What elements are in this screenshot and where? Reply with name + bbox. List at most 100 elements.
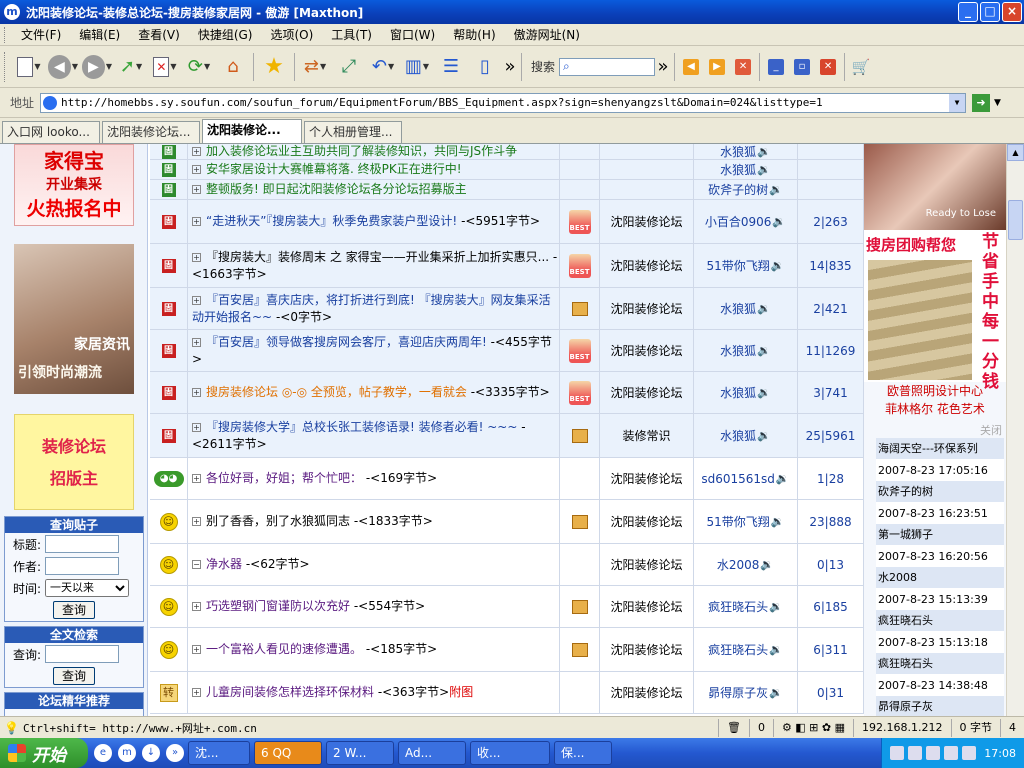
menu-options[interactable]: 选项(O) (261, 26, 322, 43)
thread-author[interactable]: 砍斧子的树 (708, 181, 768, 198)
page-minimize-icon[interactable]: _ (765, 52, 787, 82)
thread-board[interactable]: 沈阳装修论坛 (600, 288, 694, 329)
speaker-icon[interactable]: 🔉 (760, 558, 774, 571)
thread-title-link[interactable]: 巧选塑钢门窗谨防以次充好 (206, 599, 350, 613)
trash-icon[interactable]: 🗑 (717, 718, 749, 737)
thread-title-link[interactable]: 『搜房装大』装修周末 之 家得宝——开业集采折上加折实惠只... (206, 250, 549, 264)
favorites-icon[interactable]: ★ (259, 52, 289, 82)
task-adobe[interactable]: Ad... (398, 741, 466, 765)
expand-icon[interactable]: − (192, 560, 201, 569)
group-buy-ad[interactable]: 搜房团购帮您 节省手中每一分钱 (864, 230, 1006, 392)
expand-icon[interactable]: + (192, 252, 201, 262)
thread-row[interactable]: 固 + 安华家居设计大赛帷幕将落. 终极PK正在进行中! 水狼狐 🔉 (150, 160, 864, 180)
expand-icon[interactable]: + (192, 337, 201, 347)
toolbar-grip[interactable] (4, 26, 8, 43)
speaker-icon[interactable]: 🔉 (769, 183, 783, 196)
quicklaunch-more-icon[interactable]: » (166, 744, 184, 762)
expand-icon[interactable]: + (192, 602, 201, 611)
sponsor-link-opple[interactable]: 欧普照明设计中心 (864, 382, 1006, 400)
back-icon[interactable]: ◀ ▼ (48, 52, 78, 82)
menu-file[interactable]: 文件(F) (12, 26, 70, 43)
thread-board[interactable]: 沈阳装修论坛 (600, 672, 694, 713)
go-dropdown-icon[interactable]: ▼ (994, 98, 1001, 108)
quicklaunch-maxthon-icon[interactable]: m (118, 744, 136, 762)
speaker-icon[interactable]: 🔉 (771, 515, 785, 528)
speaker-icon[interactable]: 🔉 (771, 259, 785, 272)
task-maxthon[interactable]: 沈... (188, 741, 250, 765)
tray-security-icon[interactable] (926, 746, 941, 760)
time-select[interactable]: 一天以来 (45, 579, 130, 597)
ad-banner-jiadebao[interactable]: 家得宝 开业集采 火热报名中 (14, 144, 134, 226)
scroll-up-icon[interactable]: ▲ (1007, 144, 1024, 161)
speaker-icon[interactable]: 🔉 (757, 386, 771, 399)
expand-icon[interactable]: + (192, 388, 201, 397)
speaker-icon[interactable]: 🔉 (757, 429, 771, 442)
attachment-tag[interactable]: 附图 (449, 685, 473, 699)
title-input[interactable] (45, 535, 120, 553)
speaker-icon[interactable]: 🔉 (757, 145, 771, 158)
tab-looko[interactable]: 入口网 looko... (2, 121, 100, 143)
thread-author[interactable]: 水狼狐 (720, 342, 756, 359)
thread-board[interactable]: 沈阳装修论坛 (600, 500, 694, 543)
home-icon[interactable]: ⌂ (218, 52, 248, 82)
thread-author[interactable]: 水狼狐 (720, 300, 756, 317)
latest-post-author[interactable]: 第一城狮子 (876, 524, 1004, 546)
sponsor-link-feilingeer[interactable]: 菲林格尔 花色艺术 (864, 400, 1006, 418)
thread-title-link[interactable]: 『百安居』喜庆店庆，将打折进行到底! 『搜房装大』网友集采活动开始报名~~ (192, 293, 551, 324)
thread-title-link[interactable]: 别了香香，别了水狼狐同志 (206, 514, 350, 528)
page-icon[interactable]: ▯ (470, 52, 500, 82)
thread-row[interactable]: 固 + 『百安居』喜庆店庆，将打折进行到底! 『搜房装大』网友集采活动开始报名~~ … (150, 288, 864, 330)
author-input[interactable] (45, 557, 120, 575)
thread-board[interactable]: 沈阳装修论坛 (600, 330, 694, 371)
thread-author[interactable]: 昴得原子灰 (708, 684, 768, 701)
speaker-icon[interactable]: 🔉 (757, 163, 771, 176)
thread-row[interactable]: 转 + 儿童房间装修怎样选择环保材料 -<363字节>附图 沈阳装修论坛 昴得原子灰 🔉 0… (150, 672, 864, 714)
speaker-icon[interactable]: 🔉 (769, 686, 783, 699)
menu-tools[interactable]: 工具(T) (322, 26, 381, 43)
more-search-icon[interactable]: » (657, 52, 669, 82)
address-dropdown-icon[interactable]: ▼ (949, 93, 966, 112)
menu-edit[interactable]: 编辑(E) (70, 26, 129, 43)
thread-board[interactable]: 沈阳装修论坛 (600, 458, 694, 499)
vertical-scrollbar[interactable]: ▲ (1006, 144, 1024, 716)
expand-icon[interactable]: + (192, 165, 201, 174)
post-search-button[interactable]: 查询 (53, 601, 95, 619)
list-icon[interactable]: ☰ (436, 52, 466, 82)
thread-author[interactable]: 水狼狐 (720, 161, 756, 178)
address-input[interactable]: http://homebbs.sy.soufun.com/soufun_foru… (40, 92, 967, 113)
speaker-icon[interactable]: 🔉 (769, 643, 783, 656)
expand-icon[interactable]: + (192, 422, 201, 432)
tab-forum-1[interactable]: 沈阳装修论坛... (102, 121, 200, 143)
menu-shortcut-group[interactable]: 快捷组(G) (189, 26, 262, 43)
thread-title-link[interactable]: 加入装修论坛业主互助共同了解装修知识，共同与JS作斗争 (206, 144, 517, 158)
open-icon[interactable]: ⤢ (334, 52, 364, 82)
forward-icon[interactable]: ▶ ▼ (82, 52, 112, 82)
thread-row[interactable]: ☺ + 巧选塑钢门窗谨防以次充好 -<554字节> 沈阳装修论坛 疯狂晓石头 🔉 6|185 (150, 586, 864, 628)
thread-title-link[interactable]: 『百安居』领导做客搜房网会客厅，喜迎店庆两周年! (206, 335, 487, 349)
refresh-icon[interactable]: ⟳ ▼ (184, 52, 214, 82)
quicklaunch-ie-icon[interactable]: e (94, 744, 112, 762)
thread-board[interactable]: 沈阳装修论坛 (600, 586, 694, 627)
thread-author[interactable]: 水狼狐 (720, 384, 756, 401)
scroll-thumb[interactable] (1008, 200, 1023, 240)
page-close-icon[interactable]: ✕ (817, 52, 839, 82)
thread-row[interactable]: 固 + 『百安居』领导做客搜房网会客厅，喜迎店庆两周年! -<455字节> BEST 沈… (150, 330, 864, 372)
ad-banner-home-news[interactable]: 家居资讯 引领时尚潮流 (14, 244, 134, 394)
thread-author[interactable]: 小百合0906 (705, 213, 772, 230)
thread-board[interactable]: 沈阳装修论坛 (600, 628, 694, 671)
thread-title-link[interactable]: 净水器 (206, 557, 242, 571)
expand-icon[interactable]: + (192, 185, 201, 194)
speaker-icon[interactable]: 🔉 (757, 344, 771, 357)
up-icon[interactable]: ➚ ▼ (116, 52, 146, 82)
thread-board[interactable]: 装修常识 (600, 414, 694, 457)
menu-help[interactable]: 帮助(H) (444, 26, 504, 43)
thread-board[interactable]: 沈阳装修论坛 (600, 244, 694, 287)
thread-board[interactable] (600, 144, 694, 159)
thread-row[interactable]: ◕◕ + 各位好哥，好姐；帮个忙吧： -<169字节> 沈阳装修论坛 sd601561s… (150, 458, 864, 500)
thread-title-link[interactable]: 儿童房间装修怎样选择环保材料 (206, 685, 374, 699)
new-page-icon[interactable]: ▼ (14, 52, 44, 82)
thread-author[interactable]: 水狼狐 (720, 427, 756, 444)
thread-title-link[interactable]: 一个富裕人看见的速修遭遇。 (206, 642, 362, 656)
thread-author[interactable]: 水狼狐 (720, 144, 756, 160)
thread-row[interactable]: 固 + “走进秋天”『搜房装大』秋季免费家装户型设计! -<5951字节> BEST 沈… (150, 200, 864, 244)
